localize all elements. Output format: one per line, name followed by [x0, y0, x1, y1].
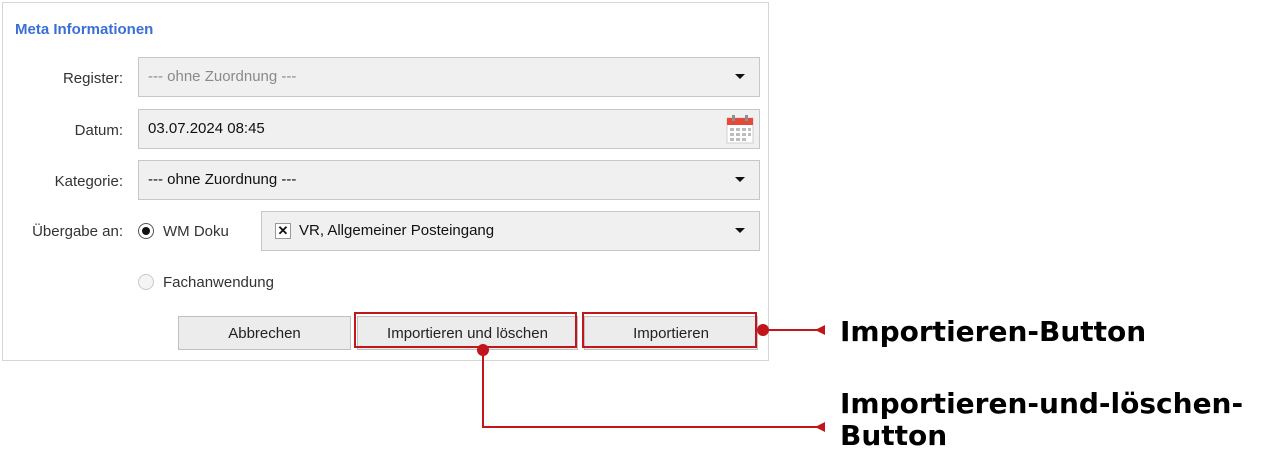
- callout-line-2: Button: [840, 419, 948, 452]
- callout-import-delete-button: Importieren-und-löschen- Button: [840, 388, 1243, 452]
- cancel-button[interactable]: Abbrechen: [178, 316, 351, 350]
- register-label: Register:: [62, 70, 123, 87]
- chevron-down-icon: [735, 228, 745, 233]
- recipient-dropdown[interactable]: ✕ VR, Allgemeiner Posteingang: [261, 211, 760, 251]
- radio-wm-doku[interactable]: [138, 223, 154, 239]
- calendar-icon[interactable]: [725, 113, 755, 145]
- datum-field[interactable]: 03.07.2024 08:45: [138, 109, 760, 149]
- datum-label: Datum:: [74, 122, 123, 139]
- kategorie-dropdown[interactable]: --- ohne Zuordnung ---: [138, 160, 760, 200]
- radio-fachanwendung[interactable]: [138, 274, 154, 290]
- arrowhead-icon: [815, 325, 825, 335]
- remove-recipient-checkbox[interactable]: ✕: [275, 223, 291, 239]
- arrowhead-icon: [815, 422, 825, 432]
- panel-title: Meta Informationen: [15, 21, 154, 38]
- chevron-down-icon: [735, 177, 745, 182]
- annotation-line: [482, 426, 820, 428]
- import-highlight: [582, 312, 757, 348]
- chevron-down-icon: [735, 74, 745, 79]
- annotation-line: [482, 351, 484, 428]
- radio-wm-doku-label: WM Doku: [163, 223, 229, 240]
- datum-value: 03.07.2024 08:45: [148, 120, 265, 137]
- import-delete-highlight: [354, 312, 577, 348]
- uebergabe-label: Übergabe an:: [32, 223, 123, 240]
- callout-import-button: Importieren-Button: [840, 315, 1147, 348]
- kategorie-label: Kategorie:: [54, 173, 123, 190]
- radio-fachanwendung-label: Fachanwendung: [163, 274, 274, 291]
- annotation-line: [765, 329, 820, 331]
- register-dropdown[interactable]: --- ohne Zuordnung ---: [138, 57, 760, 97]
- callout-line-1: Importieren-und-löschen-: [840, 387, 1244, 420]
- meta-information-panel: Meta Informationen Register: --- ohne Zu…: [2, 2, 769, 361]
- register-value: --- ohne Zuordnung ---: [148, 68, 297, 85]
- kategorie-value: --- ohne Zuordnung ---: [148, 171, 297, 188]
- recipient-value: VR, Allgemeiner Posteingang: [299, 222, 495, 239]
